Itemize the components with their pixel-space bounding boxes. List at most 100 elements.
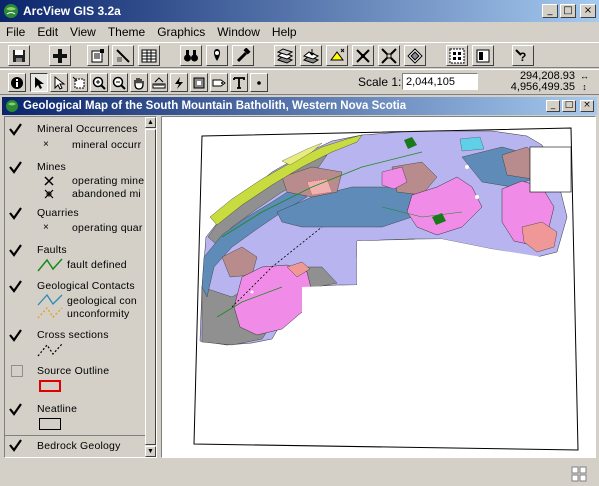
select-features-button[interactable]	[446, 45, 468, 66]
x-mark-icon: ×	[43, 139, 49, 150]
save-icon	[13, 49, 25, 62]
legend-label: fault defined	[67, 259, 127, 271]
theme-source-outline[interactable]: Source Outline	[5, 365, 145, 395]
minimize-button[interactable]: _	[542, 4, 558, 18]
theme-cross-sections[interactable]: Cross sections	[5, 329, 145, 361]
abandoned-mine-icon	[44, 189, 54, 199]
status-bar	[0, 460, 599, 486]
theme-quarries[interactable]: Quarries × operating quar	[5, 207, 145, 243]
zoom-out-magnifier-icon	[112, 76, 126, 90]
edit-legend-button[interactable]	[112, 45, 134, 66]
query-builder-button[interactable]	[232, 45, 254, 66]
scroll-thumb[interactable]	[145, 129, 156, 445]
theme-name: Mineral Occurrences	[37, 123, 138, 135]
menu-help[interactable]: Help	[266, 25, 303, 39]
select-feature-tool[interactable]	[70, 73, 88, 92]
zoom-out-arrows-icon	[381, 47, 397, 64]
button-bar: ?	[0, 42, 599, 68]
zoom-to-full-extent-button[interactable]	[274, 45, 296, 66]
checkbox-checked-icon[interactable]	[9, 244, 22, 257]
menu-graphics[interactable]: Graphics	[151, 25, 211, 39]
checkbox-checked-icon[interactable]	[9, 207, 22, 220]
checkbox-checked-icon[interactable]	[9, 161, 22, 174]
menu-view[interactable]: View	[64, 25, 102, 39]
measure-tool[interactable]	[150, 73, 168, 92]
identify-tool[interactable]	[8, 73, 26, 92]
add-theme-icon	[53, 48, 67, 63]
map-display[interactable]	[161, 116, 596, 458]
checkbox-unchecked[interactable]	[11, 365, 23, 377]
find-button[interactable]	[180, 45, 202, 66]
checkbox-checked-icon[interactable]	[9, 439, 22, 452]
checkbox-checked-icon[interactable]	[9, 329, 22, 342]
checkbox-checked-icon[interactable]	[9, 123, 22, 136]
geology-map[interactable]	[162, 117, 596, 458]
toc-scrollbar[interactable]: ▲ ▼	[145, 117, 156, 457]
help-button[interactable]: ?	[512, 45, 534, 66]
view-restore-button[interactable]: □	[562, 100, 576, 112]
scale-input[interactable]	[402, 73, 478, 90]
speckle	[250, 290, 254, 294]
clear-selection-button[interactable]	[472, 45, 494, 66]
theme-name: Mines	[37, 161, 67, 173]
menu-theme[interactable]: Theme	[102, 25, 151, 39]
granite-pink-body-sw	[233, 264, 313, 336]
hammer-icon	[236, 47, 251, 62]
view-title-bar[interactable]: Geological Map of the South Mountain Bat…	[2, 97, 597, 115]
theme-geological-contacts[interactable]: Geological Contacts geological con uncon…	[5, 280, 145, 322]
zoom-in-arrows-icon	[356, 48, 370, 63]
scroll-down-arrow-icon[interactable]: ▼	[145, 446, 156, 457]
legend-label: operating mine	[72, 175, 145, 187]
view-close-button[interactable]: ×	[580, 100, 594, 112]
speckle	[465, 165, 469, 169]
fault-line-icon	[37, 258, 63, 272]
theme-properties-button[interactable]	[87, 45, 109, 66]
add-theme-button[interactable]	[49, 45, 71, 66]
pointer-arrow-icon	[35, 76, 44, 89]
zoom-in-fixed-button[interactable]	[352, 45, 374, 66]
coord-y: 4,956,499.35	[510, 81, 575, 93]
coordinate-readout: 294,208.93 4,956,499.35	[511, 71, 575, 93]
draw-point-tool[interactable]	[250, 73, 268, 92]
menu-window[interactable]: Window	[211, 25, 266, 39]
resize-grip-icon[interactable]	[571, 466, 587, 482]
theme-mines[interactable]: Mines operating mine abandoned mi	[5, 161, 145, 201]
zoom-themes-icon	[303, 48, 319, 64]
view-minimize-button[interactable]: _	[546, 100, 560, 112]
maximize-button[interactable]: □	[560, 4, 576, 18]
menu-file[interactable]: File	[0, 25, 31, 39]
zoom-out-tool[interactable]	[110, 73, 128, 92]
view-title: Geological Map of the South Mountain Bat…	[23, 100, 407, 112]
app-title: ArcView GIS 3.2a	[23, 4, 121, 18]
app-title-bar[interactable]: ArcView GIS 3.2a _ □ ×	[0, 0, 599, 22]
zoom-in-tool[interactable]	[90, 73, 108, 92]
red-outline-swatch	[39, 380, 61, 392]
x-mark-icon: ×	[43, 222, 49, 233]
save-project-button[interactable]	[8, 45, 30, 66]
scroll-up-arrow-icon[interactable]: ▲	[145, 117, 156, 128]
theme-faults[interactable]: Faults fault defined	[5, 244, 145, 276]
open-table-button[interactable]	[138, 45, 160, 66]
locate-address-button[interactable]	[206, 45, 228, 66]
pan-tool[interactable]	[130, 73, 148, 92]
zoom-out-fixed-button[interactable]	[378, 45, 400, 66]
theme-mineral-occurrences[interactable]: Mineral Occurrences × mineral occurr	[5, 123, 145, 159]
vertex-edit-tool[interactable]	[50, 73, 68, 92]
checkbox-checked-icon[interactable]	[9, 280, 22, 293]
text-tool[interactable]	[230, 73, 248, 92]
zoom-to-themes-button[interactable]	[300, 45, 322, 66]
zoom-to-selected-button[interactable]	[326, 45, 348, 66]
table-of-contents[interactable]: Mineral Occurrences × mineral occurr Min…	[4, 116, 157, 458]
area-select-icon	[193, 77, 205, 88]
hotlink-tool[interactable]	[170, 73, 188, 92]
pointer-tool[interactable]	[30, 73, 48, 92]
menu-edit[interactable]: Edit	[31, 25, 64, 39]
zoom-previous-button[interactable]	[404, 45, 426, 66]
theme-bedrock-geology[interactable]: Bedrock Geology	[5, 435, 145, 457]
legend-label: operating quar	[72, 222, 143, 234]
area-of-interest-tool[interactable]	[190, 73, 208, 92]
theme-neatline[interactable]: Neatline	[5, 403, 145, 433]
checkbox-checked-icon[interactable]	[9, 403, 22, 416]
close-button[interactable]: ×	[580, 4, 596, 18]
label-tool[interactable]	[210, 73, 228, 92]
